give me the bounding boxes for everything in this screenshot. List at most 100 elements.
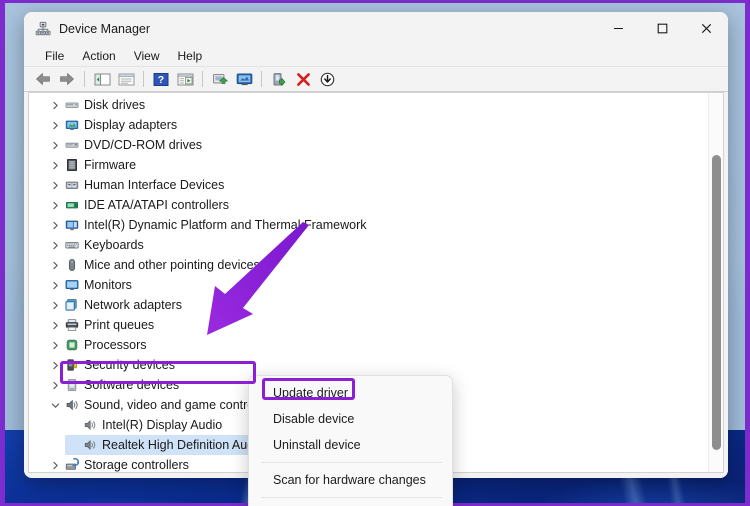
mouse-icon bbox=[63, 255, 81, 275]
context-menu-item[interactable]: Update driver bbox=[249, 380, 452, 406]
thermal-framework-icon bbox=[63, 215, 81, 235]
title-bar: Device Manager bbox=[24, 12, 728, 45]
tree-item[interactable]: Security devices bbox=[29, 355, 708, 375]
update-driver-icon[interactable] bbox=[209, 69, 231, 89]
screenshot-border-right bbox=[745, 0, 750, 506]
help-icon[interactable]: ? bbox=[150, 69, 172, 89]
tree-item[interactable]: Network adapters bbox=[29, 295, 708, 315]
context-menu-item[interactable]: Scan for hardware changes bbox=[249, 467, 452, 493]
tree-item[interactable]: IDE ATA/ATAPI controllers bbox=[29, 195, 708, 215]
chevron-right-icon[interactable] bbox=[47, 155, 63, 175]
tree-item[interactable]: Mice and other pointing devices bbox=[29, 255, 708, 275]
disk-drive-icon bbox=[63, 95, 81, 115]
desktop-background: Device Manager File Action View Help bbox=[0, 0, 750, 506]
context-menu-separator bbox=[261, 497, 442, 498]
window-title: Device Manager bbox=[59, 22, 150, 36]
dvd-drive-icon bbox=[63, 135, 81, 155]
chevron-right-icon[interactable] bbox=[47, 255, 63, 275]
tree-item-label: Human Interface Devices bbox=[81, 178, 224, 192]
chevron-right-icon[interactable] bbox=[47, 195, 63, 215]
toolbar-separator bbox=[84, 71, 85, 87]
menu-action[interactable]: Action bbox=[73, 47, 124, 65]
chevron-down-icon[interactable] bbox=[47, 395, 63, 415]
svg-text:?: ? bbox=[158, 74, 164, 86]
chevron-right-icon[interactable] bbox=[47, 95, 63, 115]
context-menu-item[interactable]: Properties bbox=[249, 502, 452, 506]
toolbar-separator bbox=[202, 71, 203, 87]
tree-item-label: Monitors bbox=[81, 278, 132, 292]
context-menu-item[interactable]: Disable device bbox=[249, 406, 452, 432]
chevron-right-icon[interactable] bbox=[47, 315, 63, 335]
menu-view[interactable]: View bbox=[125, 47, 169, 65]
maximize-button[interactable] bbox=[640, 12, 684, 45]
chevron-right-icon[interactable] bbox=[47, 355, 63, 375]
storage-controller-icon bbox=[63, 455, 81, 473]
tree-item[interactable]: DVD/CD-ROM drives bbox=[29, 135, 708, 155]
tree-item-label: Security devices bbox=[81, 358, 175, 372]
menu-bar: File Action View Help bbox=[24, 45, 728, 67]
network-adapter-icon bbox=[63, 295, 81, 315]
tree-indent-spacer bbox=[65, 435, 81, 455]
chevron-right-icon[interactable] bbox=[47, 135, 63, 155]
tree-indent-spacer bbox=[65, 415, 81, 435]
scan-hardware-changes-icon[interactable] bbox=[233, 69, 255, 89]
show-hide-console-tree-icon[interactable] bbox=[91, 69, 113, 89]
display-adapter-icon bbox=[63, 115, 81, 135]
tree-item[interactable]: Monitors bbox=[29, 275, 708, 295]
toolbar-separator bbox=[143, 71, 144, 87]
vertical-scrollbar[interactable] bbox=[708, 93, 723, 472]
tree-item[interactable]: Disk drives bbox=[29, 95, 708, 115]
toolbar: ? bbox=[24, 67, 728, 92]
hid-icon bbox=[63, 175, 81, 195]
chevron-right-icon[interactable] bbox=[47, 175, 63, 195]
menu-file[interactable]: File bbox=[36, 47, 73, 65]
tree-item[interactable]: Intel(R) Dynamic Platform and Thermal Fr… bbox=[29, 215, 708, 235]
view-devices-icon[interactable] bbox=[174, 69, 196, 89]
tree-item[interactable]: Human Interface Devices bbox=[29, 175, 708, 195]
device-manager-icon bbox=[35, 21, 51, 37]
disable-device-icon[interactable] bbox=[316, 69, 338, 89]
tree-item-label: Storage controllers bbox=[81, 458, 189, 472]
keyboard-icon bbox=[63, 235, 81, 255]
tree-item-label: Intel(R) Display Audio bbox=[99, 418, 222, 432]
chevron-right-icon[interactable] bbox=[47, 215, 63, 235]
tree-item-label: Disk drives bbox=[81, 98, 145, 112]
tree-item[interactable]: Firmware bbox=[29, 155, 708, 175]
tree-item[interactable]: Display adapters bbox=[29, 115, 708, 135]
chevron-right-icon[interactable] bbox=[47, 335, 63, 355]
tree-item-label: Keyboards bbox=[81, 238, 144, 252]
context-menu-separator bbox=[261, 462, 442, 463]
audio-device-icon bbox=[81, 415, 99, 435]
tree-item-label: Intel(R) Dynamic Platform and Thermal Fr… bbox=[81, 218, 366, 232]
scrollbar-thumb[interactable] bbox=[712, 155, 721, 450]
sound-controller-icon bbox=[63, 395, 81, 415]
close-button[interactable] bbox=[684, 12, 728, 45]
uninstall-device-icon[interactable] bbox=[292, 69, 314, 89]
tree-item[interactable]: Keyboards bbox=[29, 235, 708, 255]
tree-item-label: Display adapters bbox=[81, 118, 177, 132]
tree-item-label: Processors bbox=[81, 338, 147, 352]
forward-arrow-icon[interactable] bbox=[56, 69, 78, 89]
title-bar-left: Device Manager bbox=[24, 21, 596, 37]
menu-help[interactable]: Help bbox=[169, 47, 212, 65]
chevron-right-icon[interactable] bbox=[47, 295, 63, 315]
context-menu-item[interactable]: Uninstall device bbox=[249, 432, 452, 458]
back-arrow-icon[interactable] bbox=[32, 69, 54, 89]
chevron-right-icon[interactable] bbox=[47, 455, 63, 473]
tree-item-label: Print queues bbox=[81, 318, 154, 332]
chevron-right-icon[interactable] bbox=[47, 115, 63, 135]
screenshot-border-top bbox=[0, 0, 750, 3]
tree-item-label: Software devices bbox=[81, 378, 179, 392]
minimize-button[interactable] bbox=[596, 12, 640, 45]
tree-item[interactable]: Print queues bbox=[29, 315, 708, 335]
tree-item-label: Mice and other pointing devices bbox=[81, 258, 260, 272]
chevron-right-icon[interactable] bbox=[47, 375, 63, 395]
window-controls bbox=[596, 12, 728, 45]
chevron-right-icon[interactable] bbox=[47, 235, 63, 255]
enable-device-icon[interactable] bbox=[268, 69, 290, 89]
tree-item[interactable]: Processors bbox=[29, 335, 708, 355]
properties-icon[interactable] bbox=[115, 69, 137, 89]
context-menu[interactable]: Update driverDisable deviceUninstall dev… bbox=[248, 375, 453, 506]
firmware-icon bbox=[63, 155, 81, 175]
chevron-right-icon[interactable] bbox=[47, 275, 63, 295]
